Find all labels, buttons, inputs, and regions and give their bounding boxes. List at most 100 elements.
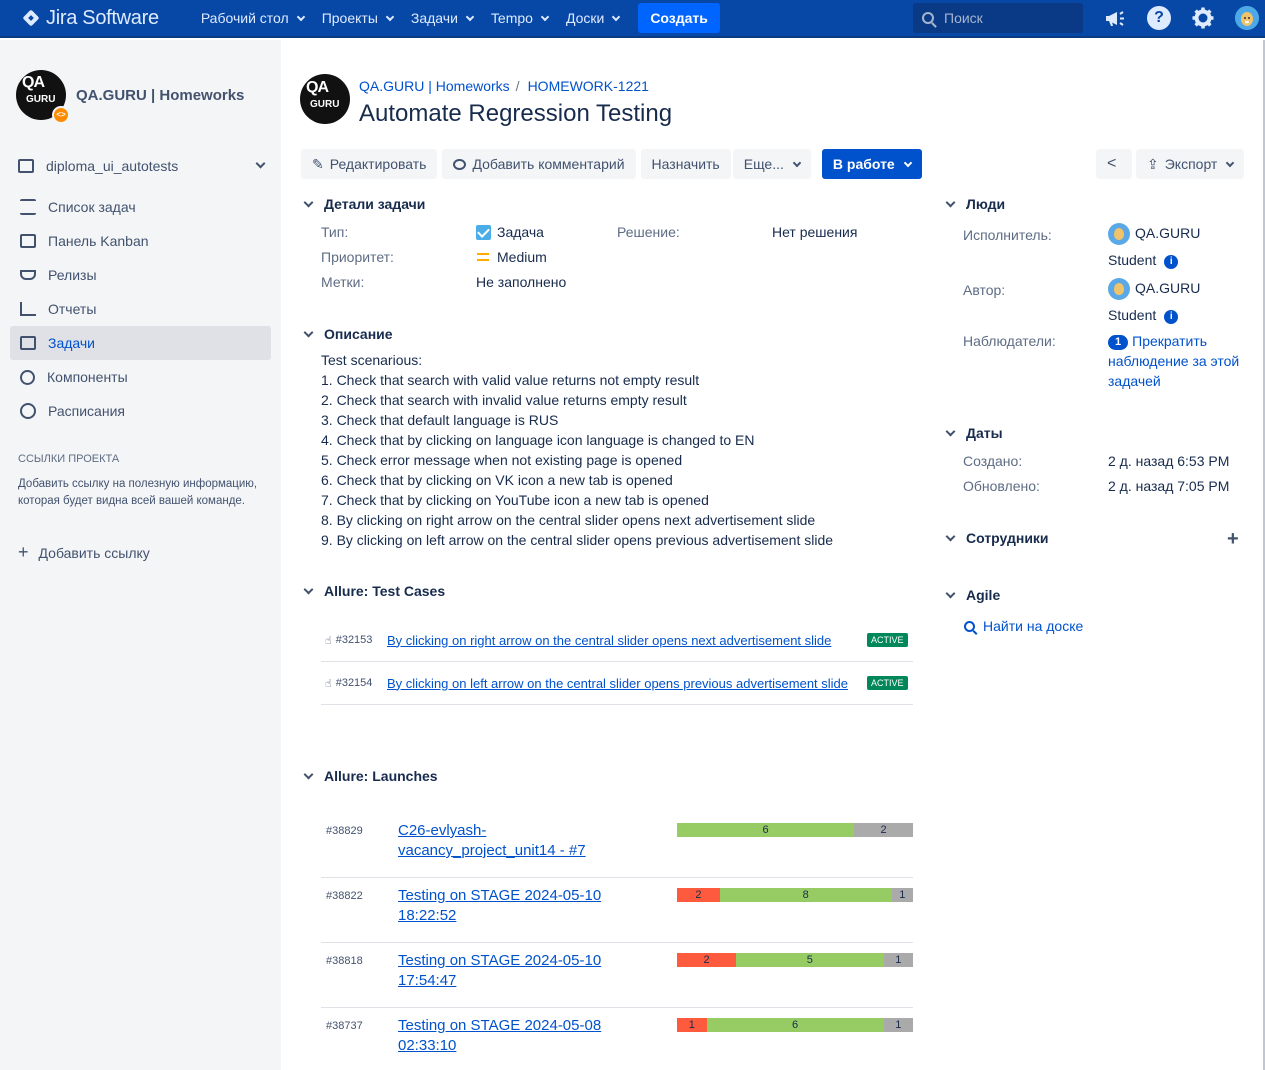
avatar-text-bottom: GURU bbox=[310, 99, 340, 110]
project-avatar[interactable]: QA GURU bbox=[300, 74, 350, 124]
breadcrumb-project[interactable]: QA.GURU | Homeworks bbox=[359, 78, 510, 94]
edit-button[interactable]: ✎ Редактировать bbox=[301, 149, 438, 179]
agile-section-toggle[interactable]: Agile bbox=[944, 587, 1000, 603]
create-button[interactable]: Создать bbox=[638, 3, 720, 33]
project-name: QA.GURU | Homeworks bbox=[76, 86, 245, 104]
comment-icon bbox=[453, 158, 467, 170]
board-selector[interactable]: diploma_ui_autotests bbox=[18, 158, 268, 174]
description-section-toggle[interactable]: Описание bbox=[302, 326, 393, 342]
project-header[interactable]: QA GURU <> QA.GURU | Homeworks bbox=[16, 70, 245, 124]
breadcrumb-separator: / bbox=[515, 78, 520, 94]
dates-section-toggle[interactable]: Даты bbox=[944, 425, 1003, 441]
launch-result-bar: 251 bbox=[677, 953, 913, 967]
jira-logo[interactable]: Jira Software bbox=[22, 7, 159, 30]
test-case-link[interactable]: By clicking on right arrow on the centra… bbox=[387, 633, 863, 648]
launch-link[interactable]: Testing on STAGE 2024-05-10 18:22:52 bbox=[398, 886, 623, 926]
launch-id: #38822 bbox=[326, 890, 363, 902]
chevron-down-icon bbox=[945, 531, 956, 542]
launch-result-bar: 161 bbox=[677, 1018, 913, 1032]
staff-section-toggle[interactable]: Сотрудники bbox=[944, 530, 1049, 546]
search-icon bbox=[964, 620, 975, 632]
chevron-down-icon bbox=[296, 12, 305, 21]
find-on-board-link[interactable]: Найти на доске bbox=[964, 618, 1083, 634]
details-section-toggle[interactable]: Детали задачи bbox=[302, 196, 425, 212]
description-line: 5. Check error message when not existing… bbox=[321, 452, 683, 468]
nav-boards[interactable]: Доски bbox=[558, 0, 629, 37]
watchers-count-badge: 1 bbox=[1108, 335, 1129, 350]
sidebar-item-reports[interactable]: Отчеты bbox=[10, 292, 271, 326]
assignee-value[interactable]: QA.GURU Student i bbox=[1108, 223, 1200, 270]
sidebar-item-kanban[interactable]: Панель Kanban bbox=[10, 224, 271, 258]
description-line: 8. By clicking on right arrow on the cen… bbox=[321, 512, 816, 528]
description-line: 6. Check that by clicking on VK icon a n… bbox=[321, 472, 673, 488]
find-on-board-label: Найти на доске bbox=[983, 618, 1084, 634]
nav-boards-label: Доски bbox=[565, 10, 605, 26]
updated-value: 2 д. назад 7:05 PM bbox=[1108, 478, 1230, 494]
board-name: diploma_ui_autotests bbox=[46, 158, 179, 174]
description-section-title: Описание bbox=[324, 326, 393, 342]
help-icon[interactable]: ? bbox=[1147, 6, 1171, 30]
skipped-segment: 1 bbox=[883, 953, 913, 967]
chevron-down-icon bbox=[255, 158, 266, 169]
search-placeholder: Поиск bbox=[944, 10, 983, 26]
sidebar-item-schedules[interactable]: Расписания bbox=[10, 394, 271, 428]
test-cases-section-toggle[interactable]: Allure: Test Cases bbox=[302, 583, 445, 599]
nav-issues[interactable]: Задачи bbox=[403, 0, 483, 37]
megaphone-icon[interactable] bbox=[1103, 6, 1127, 30]
launch-link[interactable]: Testing on STAGE 2024-05-08 02:33:10 bbox=[398, 1016, 623, 1056]
chevron-down-icon bbox=[540, 12, 550, 21]
user-avatar[interactable] bbox=[1235, 6, 1259, 30]
failed-segment: 2 bbox=[677, 953, 736, 967]
sidebar-item-backlog[interactable]: Список задач bbox=[10, 190, 271, 224]
test-case-id: ☝ #32153 bbox=[321, 634, 387, 647]
sidebar-item-issues[interactable]: Задачи bbox=[10, 326, 271, 360]
chevron-down-icon bbox=[945, 426, 956, 437]
issue-main: QA GURU QA.GURU | Homeworks / HOMEWORK-1… bbox=[281, 40, 1265, 1070]
info-icon[interactable]: i bbox=[1164, 309, 1179, 324]
launch-link[interactable]: Testing on STAGE 2024-05-10 17:54:47 bbox=[398, 951, 623, 991]
search-input[interactable]: Поиск bbox=[913, 3, 1083, 33]
avatar bbox=[1108, 278, 1130, 301]
issue-toolbar: ✎ Редактировать Добавить комментарий Наз… bbox=[301, 149, 927, 179]
issues-icon bbox=[20, 336, 36, 350]
sidebar-item-releases[interactable]: Релизы bbox=[10, 258, 271, 292]
created-value: 2 д. назад 6:53 PM bbox=[1108, 453, 1230, 469]
project-links-title: ССЫЛКИ ПРОЕКТА bbox=[18, 453, 120, 465]
author-label: Автор: bbox=[963, 282, 1006, 298]
chevron-down-icon bbox=[303, 327, 314, 338]
assignee-name: QA.GURU bbox=[1135, 225, 1201, 241]
sidebar-item-components[interactable]: Компоненты bbox=[10, 360, 271, 394]
agile-section-title: Agile bbox=[966, 587, 1001, 603]
launches-section-toggle[interactable]: Allure: Launches bbox=[302, 768, 438, 784]
status-button[interactable]: В работе bbox=[821, 149, 922, 179]
launch-link[interactable]: C26-evlyash-vacancy_project_unit14 - #7 bbox=[398, 821, 623, 861]
people-section-toggle[interactable]: Люди bbox=[944, 196, 1005, 212]
nav-projects[interactable]: Проекты bbox=[314, 0, 403, 37]
nav-dashboard[interactable]: Рабочий стол bbox=[193, 0, 314, 37]
assign-button[interactable]: Назначить bbox=[640, 149, 731, 179]
add-link-button[interactable]: + Добавить ссылку bbox=[18, 542, 150, 563]
author-value[interactable]: QA.GURU Student i bbox=[1108, 278, 1200, 325]
info-icon[interactable]: i bbox=[1164, 254, 1179, 269]
passed-segment: 8 bbox=[719, 888, 892, 902]
description-body: Test scenarious: 1. Check that search wi… bbox=[321, 350, 833, 550]
description-line: Test scenarious: bbox=[321, 352, 423, 368]
breadcrumb-issue-key[interactable]: HOMEWORK-1221 bbox=[528, 78, 649, 94]
passed-segment: 6 bbox=[677, 823, 854, 837]
task-checkbox-icon bbox=[476, 224, 491, 240]
board-icon bbox=[20, 234, 36, 248]
chart-icon bbox=[20, 302, 36, 316]
add-staff-plus-icon[interactable]: + bbox=[1227, 528, 1239, 551]
test-case-id: ☝ #32154 bbox=[321, 677, 387, 690]
nav-tempo[interactable]: Tempo bbox=[483, 0, 558, 37]
sidebar-item-label: Задачи bbox=[48, 335, 96, 351]
gear-icon[interactable] bbox=[1191, 6, 1215, 30]
launches-section-title: Allure: Launches bbox=[324, 768, 438, 784]
export-button[interactable]: ⇪ Экспорт bbox=[1136, 149, 1245, 179]
description-line: 9. By clicking on left arrow on the cent… bbox=[321, 532, 834, 548]
add-comment-button[interactable]: Добавить комментарий bbox=[442, 149, 636, 179]
more-button[interactable]: Еще... bbox=[732, 149, 811, 179]
test-case-link[interactable]: By clicking on left arrow on the central… bbox=[387, 676, 863, 691]
share-button[interactable]: < bbox=[1096, 149, 1132, 179]
add-link-label: Добавить ссылку bbox=[38, 544, 150, 561]
